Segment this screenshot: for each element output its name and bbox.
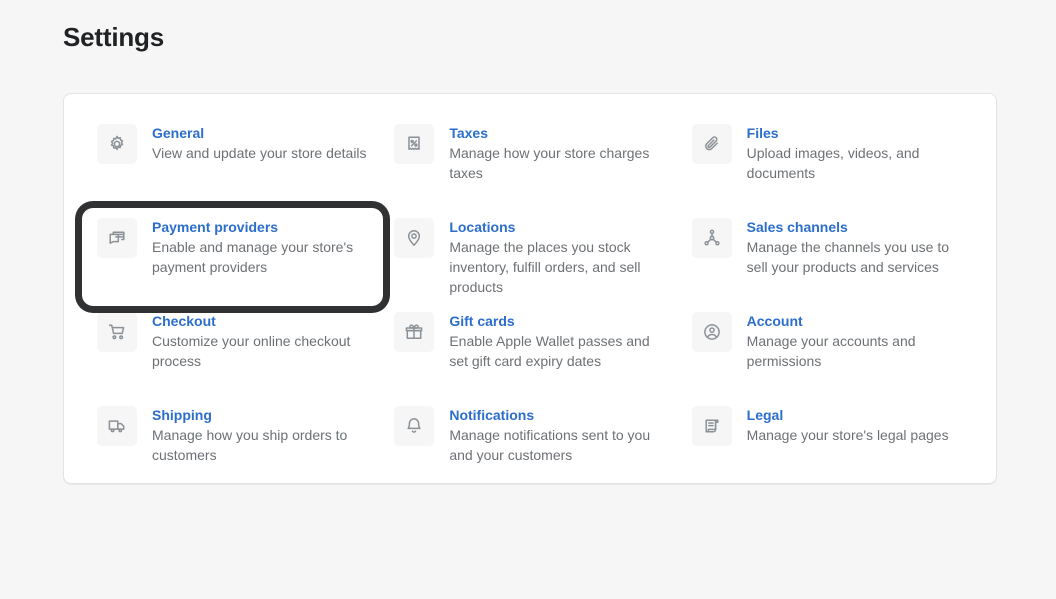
gear-icon (97, 124, 137, 164)
settings-item-sales-channels[interactable]: Sales channelsManage the channels you us… (679, 210, 976, 304)
paperclip-icon (692, 124, 732, 164)
settings-item-text: AccountManage your accounts and permissi… (747, 310, 962, 371)
settings-item-title[interactable]: Files (747, 123, 962, 143)
settings-item-title[interactable]: Notifications (449, 405, 664, 425)
settings-item-notifications[interactable]: NotificationsManage notifications sent t… (381, 398, 678, 492)
settings-item-payment-providers[interactable]: Payment providersEnable and manage your … (84, 210, 381, 304)
settings-item-text: Sales channelsManage the channels you us… (747, 216, 962, 277)
settings-item-text: FilesUpload images, videos, and document… (747, 122, 962, 183)
settings-item-shipping[interactable]: ShippingManage how you ship orders to cu… (84, 398, 381, 492)
settings-item-description: Manage your store's legal pages (747, 425, 949, 445)
settings-item-text: TaxesManage how your store charges taxes (449, 122, 664, 183)
settings-item-text: Payment providersEnable and manage your … (152, 216, 367, 277)
settings-item-checkout[interactable]: CheckoutCustomize your online checkout p… (84, 304, 381, 398)
settings-item-title[interactable]: Legal (747, 405, 949, 425)
settings-item-gift-cards[interactable]: Gift cardsEnable Apple Wallet passes and… (381, 304, 678, 398)
settings-item-title[interactable]: Shipping (152, 405, 367, 425)
settings-item-text: LocationsManage the places you stock inv… (449, 216, 664, 297)
settings-grid: GeneralView and update your store detail… (64, 94, 996, 483)
settings-item-description: Manage how your store charges taxes (449, 143, 664, 183)
gift-icon (394, 312, 434, 352)
sales-channels-node-icon (692, 218, 732, 258)
settings-item-legal[interactable]: LegalManage your store's legal pages (679, 398, 976, 492)
settings-item-description: Manage the places you stock inventory, f… (449, 237, 664, 297)
receipt-percent-icon (394, 124, 434, 164)
settings-item-title[interactable]: Gift cards (449, 311, 664, 331)
settings-item-text: CheckoutCustomize your online checkout p… (152, 310, 367, 371)
bell-icon (394, 406, 434, 446)
settings-item-title[interactable]: Account (747, 311, 962, 331)
settings-item-title[interactable]: General (152, 123, 367, 143)
settings-item-description: View and update your store details (152, 143, 367, 163)
settings-card: GeneralView and update your store detail… (63, 93, 997, 484)
settings-item-files[interactable]: FilesUpload images, videos, and document… (679, 116, 976, 210)
settings-item-title[interactable]: Locations (449, 217, 664, 237)
settings-item-description: Manage how you ship orders to customers (152, 425, 367, 465)
settings-item-general[interactable]: GeneralView and update your store detail… (84, 116, 381, 210)
settings-item-text: NotificationsManage notifications sent t… (449, 404, 664, 465)
settings-item-text: GeneralView and update your store detail… (152, 122, 367, 163)
settings-item-description: Manage notifications sent to you and you… (449, 425, 664, 465)
settings-item-title[interactable]: Sales channels (747, 217, 962, 237)
settings-item-account[interactable]: AccountManage your accounts and permissi… (679, 304, 976, 398)
settings-item-description: Upload images, videos, and documents (747, 143, 962, 183)
settings-item-title[interactable]: Taxes (449, 123, 664, 143)
settings-item-title[interactable]: Payment providers (152, 217, 367, 237)
user-circle-icon (692, 312, 732, 352)
settings-item-locations[interactable]: LocationsManage the places you stock inv… (381, 210, 678, 304)
map-pin-icon (394, 218, 434, 258)
payment-cards-icon (97, 218, 137, 258)
settings-item-description: Customize your online checkout process (152, 331, 367, 371)
settings-item-text: ShippingManage how you ship orders to cu… (152, 404, 367, 465)
settings-item-text: Gift cardsEnable Apple Wallet passes and… (449, 310, 664, 371)
settings-item-text: LegalManage your store's legal pages (747, 404, 949, 445)
settings-item-title[interactable]: Checkout (152, 311, 367, 331)
settings-page: Settings GeneralView and update your sto… (0, 0, 1056, 599)
legal-scroll-icon (692, 406, 732, 446)
settings-item-description: Manage your accounts and permissions (747, 331, 962, 371)
settings-item-description: Enable Apple Wallet passes and set gift … (449, 331, 664, 371)
settings-item-taxes[interactable]: TaxesManage how your store charges taxes (381, 116, 678, 210)
delivery-truck-icon (97, 406, 137, 446)
settings-item-description: Manage the channels you use to sell your… (747, 237, 962, 277)
settings-item-description: Enable and manage your store's payment p… (152, 237, 367, 277)
page-title: Settings (63, 21, 164, 53)
shopping-cart-icon (97, 312, 137, 352)
